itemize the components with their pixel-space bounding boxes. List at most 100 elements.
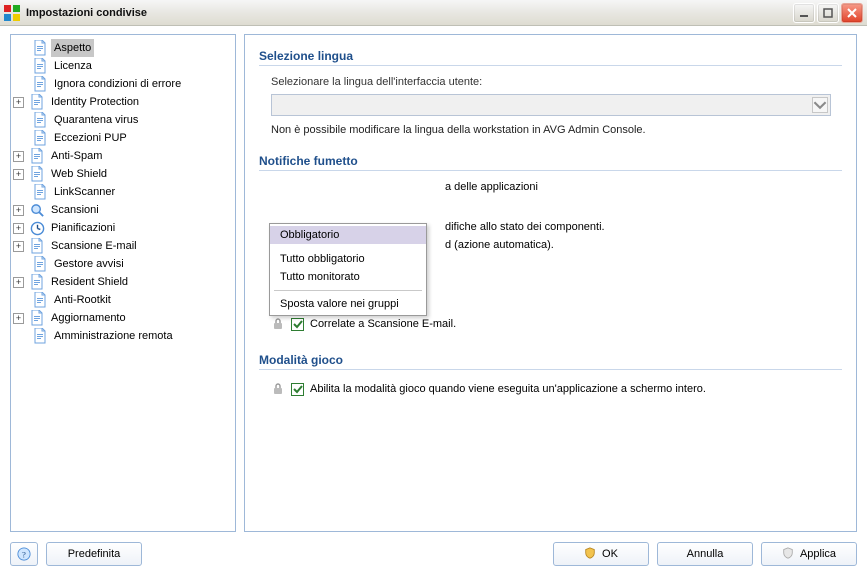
tree-expander-spacer [13,259,27,270]
tree-item[interactable]: Aspetto [13,39,233,57]
tree-item[interactable]: Gestore avvisi [13,255,233,273]
language-note: Non è possibile modificare la lingua del… [271,124,842,136]
tree-item[interactable]: + Scansione E-mail [13,237,233,255]
tree-item-label: Amministrazione remota [51,327,176,345]
document-icon [32,292,48,308]
context-menu-item-tutto-obbligatorio[interactable]: Tutto obbligatorio [270,250,426,268]
document-icon [29,274,45,290]
document-icon [29,148,45,164]
close-button[interactable] [841,3,863,23]
tree-expander-icon[interactable]: + [13,151,24,162]
balloon-text-fragment: a delle applicazioni [445,181,538,193]
svg-text:?: ? [22,550,26,560]
document-icon [32,328,48,344]
tree-item-label: Web Shield [48,165,110,183]
tree-item[interactable]: Quarantena virus [13,111,233,129]
apply-button[interactable]: Applica [761,542,857,566]
shield-icon [584,547,596,562]
tree-item-label: Identity Protection [48,93,142,111]
document-icon [32,76,48,92]
tree-item[interactable]: +Resident Shield [13,273,233,291]
context-menu-item-tutto-monitorato[interactable]: Tutto monitorato [270,268,426,286]
tree-expander-icon[interactable]: + [13,169,24,180]
help-button[interactable]: ? [10,542,38,566]
tree-item-label: Ignora condizioni di errore [51,75,184,93]
divider [259,369,842,370]
shield-icon [782,547,794,562]
document-icon [32,112,48,128]
tree-expander-icon[interactable]: + [13,277,24,288]
tree-item-label: Anti-Spam [48,147,105,165]
tree-item[interactable]: + Identity Protection [13,93,233,111]
navigation-tree[interactable]: AspettoLicenzaIgnora condizioni di error… [13,39,233,345]
document-icon [32,130,48,146]
ok-button[interactable]: OK [553,542,649,566]
tree-expander-spacer [13,331,27,342]
tree-item-label: Aggiornamento [48,309,129,327]
tree-item[interactable]: Licenza [13,57,233,75]
checkbox-emailscan[interactable] [291,318,304,331]
context-menu-separator [274,290,422,291]
section-title-balloon: Notifiche fumetto [259,154,842,168]
language-select[interactable] [271,94,831,116]
cancel-button[interactable]: Annulla [657,542,753,566]
tree-item[interactable]: Amministrazione remota [13,327,233,345]
tree-item[interactable]: LinkScanner [13,183,233,201]
tree-item[interactable]: + Web Shield [13,165,233,183]
document-icon [29,94,45,110]
default-button[interactable]: Predefinita [46,542,142,566]
divider [259,65,842,66]
tree-expander-icon[interactable]: + [13,241,24,252]
checkbox-emailscan-label: Correlate a Scansione E-mail. [310,318,456,330]
maximize-button[interactable] [817,3,839,23]
context-menu-item-obbligatorio[interactable]: Obbligatorio [270,226,426,244]
checkbox-gamemode-label: Abilita la modalità gioco quando viene e… [310,383,706,395]
chevron-down-icon [812,97,828,113]
balloon-text-fragment: difiche allo stato dei componenti. [445,221,605,233]
context-menu-item-sposta-valore[interactable]: Sposta valore nei gruppi [270,295,426,313]
tree-item[interactable]: + Scansioni [13,201,233,219]
tree-item-label: Anti-Rootkit [51,291,114,309]
window-title: Impostazioni condivise [26,7,147,19]
tree-item[interactable]: Anti-Rootkit [13,291,233,309]
tree-item-label: Scansione E-mail [48,237,140,255]
tree-item-label: Aspetto [51,39,94,57]
apply-button-label: Applica [800,548,836,560]
tree-expander-spacer [13,133,27,144]
balloon-text-fragment: d (azione automatica). [445,239,554,251]
minimize-button[interactable] [793,3,815,23]
client-area: AspettoLicenzaIgnora condizioni di error… [0,26,867,577]
tree-expander-icon[interactable]: + [13,97,24,108]
divider [259,170,842,171]
tree-item[interactable]: + Aggiornamento [13,309,233,327]
tree-expander-spacer [13,187,27,198]
tree-item[interactable]: + Pianificazioni [13,219,233,237]
checkbox-gamemode[interactable] [291,383,304,396]
document-icon [29,310,45,326]
tree-expander-icon[interactable]: + [13,313,24,324]
document-icon [29,166,45,182]
tree-expander-spacer [13,115,27,126]
tree-item[interactable]: + Anti-Spam [13,147,233,165]
checkbox-row-gamemode: Abilita la modalità gioco quando viene e… [271,380,842,398]
magnifier-icon [29,202,45,218]
default-button-label: Predefinita [68,548,121,560]
tree-item[interactable]: Ignora condizioni di errore [13,75,233,93]
tree-expander-spacer [13,61,27,72]
document-icon [32,58,48,74]
tree-expander-spacer [13,43,27,54]
cancel-button-label: Annulla [687,548,724,560]
tree-item-label: LinkScanner [51,183,118,201]
lock-icon [271,317,285,331]
titlebar: Impostazioni condivise [0,0,867,26]
clock-icon [29,220,45,236]
tree-item-label: Pianificazioni [48,219,118,237]
lock-icon [271,382,285,396]
document-icon [32,256,48,272]
document-icon [29,238,45,254]
tree-expander-icon[interactable]: + [13,205,24,216]
tree-item-label: Scansioni [48,201,102,219]
context-menu[interactable]: Obbligatorio Tutto obbligatorio Tutto mo… [269,223,427,316]
tree-expander-icon[interactable]: + [13,223,24,234]
tree-item[interactable]: Eccezioni PUP [13,129,233,147]
